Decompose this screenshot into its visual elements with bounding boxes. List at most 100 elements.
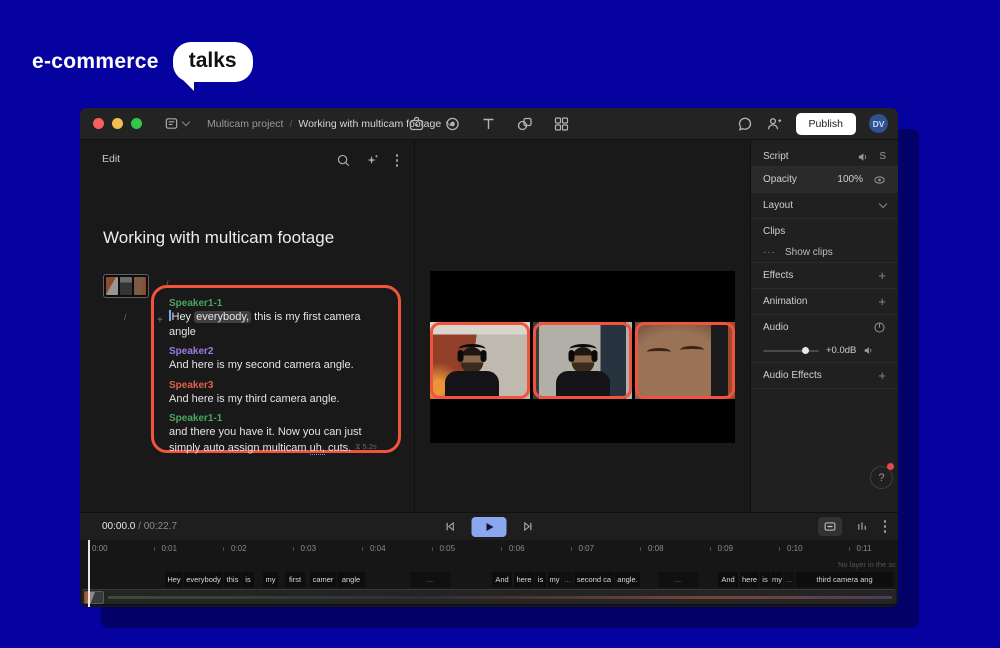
total-time: 00:22.7 [144, 521, 177, 532]
eye-icon[interactable] [873, 174, 886, 186]
clips-dots-icon[interactable]: ··· [763, 247, 776, 258]
scene-thumbnail[interactable] [103, 274, 149, 298]
video-canvas[interactable] [430, 271, 735, 443]
camera-angle-1[interactable] [430, 322, 530, 399]
show-clips-label[interactable]: Show clips [785, 247, 886, 258]
shapes-icon[interactable] [517, 116, 534, 132]
camera-angle-2[interactable] [533, 322, 633, 399]
gain-automation-icon[interactable] [873, 321, 886, 334]
avatar[interactable]: DV [869, 114, 888, 133]
skip-to-end-icon[interactable] [522, 520, 535, 533]
timeline-view-toggle[interactable] [818, 517, 842, 536]
publish-button[interactable]: Publish [796, 113, 856, 135]
minimize-window-button[interactable] [112, 118, 123, 129]
gap-duration-marker[interactable]: ⧖ 5.2s [355, 442, 377, 451]
media-track[interactable] [82, 589, 896, 605]
inspector-row-audio-effects[interactable]: Audio Effects + [751, 363, 898, 389]
word-chip[interactable]: is [760, 572, 770, 587]
word-chip[interactable]: this [224, 572, 241, 587]
ruler-label: 0:03 [301, 544, 317, 553]
project-menu[interactable] [164, 116, 189, 131]
add-effect-button[interactable]: + [878, 268, 886, 283]
clip-thumbnail[interactable] [84, 591, 104, 604]
volume-icon[interactable] [863, 345, 874, 356]
word-chip[interactable]: my [771, 572, 783, 587]
word-chip[interactable]: ... [658, 572, 698, 587]
ruler-tick [432, 547, 433, 551]
word-chip[interactable]: my [263, 572, 278, 587]
add-audio-effect-button[interactable]: + [878, 368, 886, 383]
comments-icon[interactable] [737, 116, 753, 132]
transcript-line[interactable]: And here is my second camera angle. [169, 358, 386, 373]
word-chip[interactable]: first [285, 572, 305, 587]
add-collaborator-icon[interactable] [766, 116, 783, 132]
ruler-label: 0:08 [648, 544, 664, 553]
breadcrumb-project[interactable]: Multicam project [207, 118, 283, 130]
inspector-row-script[interactable]: Script S [751, 147, 898, 167]
word-track[interactable]: Heyeverybodythisismyfirstcamerangle...An… [80, 572, 898, 588]
word-chip[interactable]: And [718, 572, 738, 587]
word-chip[interactable]: second ca [574, 572, 614, 587]
transcript-line[interactable]: And here is my third camera angle. [169, 392, 386, 407]
inspector-row-opacity[interactable]: Opacity 100% [751, 167, 898, 193]
add-animation-button[interactable]: + [878, 294, 886, 309]
word-chip[interactable]: here [514, 572, 534, 587]
inspector-row-animation[interactable]: Animation + [751, 289, 898, 315]
timeline[interactable]: 0:000:010:020:030:040:050:060:070:080:09… [80, 540, 898, 607]
text-tool-icon[interactable] [481, 116, 497, 132]
play-button[interactable] [472, 517, 507, 537]
preview-panel [415, 140, 750, 512]
multicam-strip [430, 322, 735, 399]
word-chip[interactable]: my [548, 572, 561, 587]
word-chip[interactable]: ... [784, 572, 794, 587]
camera-angle-3[interactable] [635, 322, 735, 399]
more-options-icon[interactable] [394, 152, 401, 169]
word-chip[interactable]: angle [337, 572, 365, 587]
volume-slider[interactable] [763, 350, 819, 352]
margin-slash-marker: / [124, 312, 127, 322]
timeline-ruler[interactable]: 0:000:010:020:030:040:050:060:070:080:09… [80, 540, 898, 558]
close-window-button[interactable] [93, 118, 104, 129]
word-chip[interactable]: here [740, 572, 759, 587]
animation-label: Animation [763, 296, 878, 307]
record-icon[interactable] [445, 116, 461, 132]
filler-word[interactable]: uh, [310, 442, 325, 455]
word-chip[interactable]: third camera ang [796, 572, 893, 587]
word-chip[interactable]: is [535, 572, 546, 587]
ai-sparkle-icon[interactable] [365, 153, 380, 168]
word-chip[interactable]: angle. [615, 572, 640, 587]
document-title[interactable]: Working with multicam footage [103, 228, 334, 248]
word-chip[interactable]: Hey [165, 572, 183, 587]
word-chip[interactable]: ... [562, 572, 573, 587]
brand-bubble: talks [173, 42, 253, 82]
opacity-value[interactable]: 100% [837, 174, 863, 185]
tracks-icon[interactable] [855, 520, 869, 533]
inspector-row-layout[interactable]: Layout [751, 193, 898, 219]
skip-to-start-icon[interactable] [444, 520, 457, 533]
word-chip[interactable]: everybody [184, 572, 223, 587]
playhead[interactable] [88, 540, 90, 607]
insert-plus-marker[interactable]: + [157, 315, 163, 326]
word-chip[interactable]: ... [410, 572, 450, 587]
speaker-icon[interactable] [857, 151, 869, 163]
inspector-row-effects[interactable]: Effects + [751, 263, 898, 289]
ruler-tick [571, 547, 572, 551]
layout-grid-icon[interactable] [554, 116, 570, 132]
inspector-row-audio[interactable]: Audio [751, 315, 898, 339]
transcript-paragraphs[interactable]: Speaker1-1Hey everybody, this is my firs… [169, 298, 386, 455]
media-bag-icon[interactable] [409, 116, 425, 132]
word-chip[interactable]: camer [310, 572, 336, 587]
zoom-window-button[interactable] [131, 118, 142, 129]
search-icon[interactable] [336, 153, 351, 168]
highlighted-word[interactable]: everybody, [194, 311, 251, 323]
word-chip[interactable]: is [242, 572, 254, 587]
slider-knob[interactable] [802, 347, 809, 354]
transcript-line[interactable]: Hey everybody, this is my first camera a… [169, 310, 386, 339]
transcript-line[interactable]: and there you have it. Now you can just … [169, 425, 386, 455]
timeline-more-options-icon[interactable] [882, 518, 889, 535]
show-clips-row[interactable]: ··· Show clips [751, 243, 898, 263]
word-chip[interactable]: And [492, 572, 512, 587]
speaker-label: Speaker3 [169, 380, 386, 391]
tab-edit[interactable]: Edit [102, 153, 120, 165]
gain-value[interactable]: +0.0dB [826, 345, 856, 356]
